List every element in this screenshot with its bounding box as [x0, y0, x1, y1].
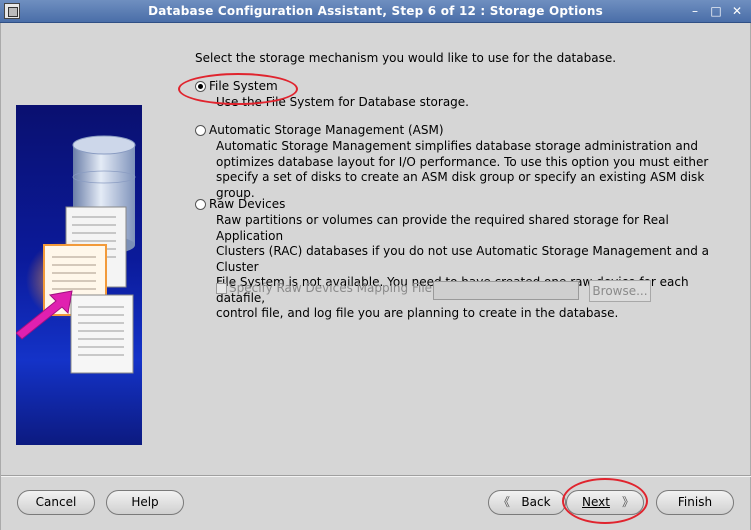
browse-button[interactable]: Browse...	[589, 280, 651, 302]
footer-divider	[1, 475, 751, 477]
raw-devices-option[interactable]: Raw Devices	[195, 197, 285, 211]
help-button[interactable]: Help	[106, 490, 184, 515]
asm-label[interactable]: Automatic Storage Management (ASM)	[209, 123, 444, 137]
back-button[interactable]: 《 Back	[488, 490, 566, 515]
back-chevron-icon: 《	[498, 495, 511, 509]
next-label: Next	[582, 495, 610, 509]
asm-radio[interactable]	[195, 124, 206, 136]
cancel-button[interactable]: Cancel	[17, 490, 95, 515]
title-bar: Database Configuration Assistant, Step 6…	[0, 0, 751, 23]
file-system-description: Use the File System for Database storage…	[216, 95, 736, 111]
asm-option[interactable]: Automatic Storage Management (ASM)	[195, 123, 444, 137]
description-line: Automatic Storage Management simplifies …	[216, 139, 698, 153]
description-line: specify a set of disks to create an ASM …	[216, 170, 705, 200]
raw-devices-label[interactable]: Raw Devices	[209, 197, 285, 211]
description-line: Use the File System for Database storage…	[216, 95, 469, 109]
raw-mapping-file-field[interactable]	[433, 281, 579, 300]
maximize-icon[interactable]: □	[707, 2, 725, 20]
file-system-label[interactable]: File System	[209, 79, 278, 93]
raw-devices-radio[interactable]	[195, 198, 206, 210]
file-system-radio[interactable]	[195, 80, 206, 92]
window-title: Database Configuration Assistant, Step 6…	[148, 4, 603, 18]
description-line: control file, and log file you are plann…	[216, 306, 619, 320]
description-line: Raw partitions or volumes can provide th…	[216, 213, 669, 243]
database-documents-icon	[16, 135, 136, 374]
raw-mapping-checkbox[interactable]	[216, 282, 227, 294]
minimize-icon[interactable]: –	[686, 2, 704, 20]
wizard-panel: Select the storage mechanism you would l…	[0, 23, 751, 530]
raw-mapping-checkbox-label: Specify Raw Devices Mapping File	[229, 281, 433, 295]
asm-description: Automatic Storage Management simplifies …	[216, 139, 736, 201]
storage-illustration	[16, 105, 142, 445]
back-label: Back	[521, 495, 551, 509]
next-chevron-icon: 》	[621, 495, 634, 509]
raw-mapping-checkbox-row[interactable]: Specify Raw Devices Mapping File	[216, 281, 432, 295]
finish-button[interactable]: Finish	[656, 490, 734, 515]
next-button[interactable]: Next 》	[566, 490, 644, 515]
file-system-option[interactable]: File System	[195, 79, 278, 93]
close-icon[interactable]: ✕	[728, 2, 746, 20]
instruction-text: Select the storage mechanism you would l…	[195, 51, 617, 65]
description-line: Clusters (RAC) databases if you do not u…	[216, 244, 710, 274]
raw-devices-description: Raw partitions or volumes can provide th…	[216, 213, 736, 322]
description-line: optimizes database layout for I/O perfor…	[216, 154, 709, 169]
